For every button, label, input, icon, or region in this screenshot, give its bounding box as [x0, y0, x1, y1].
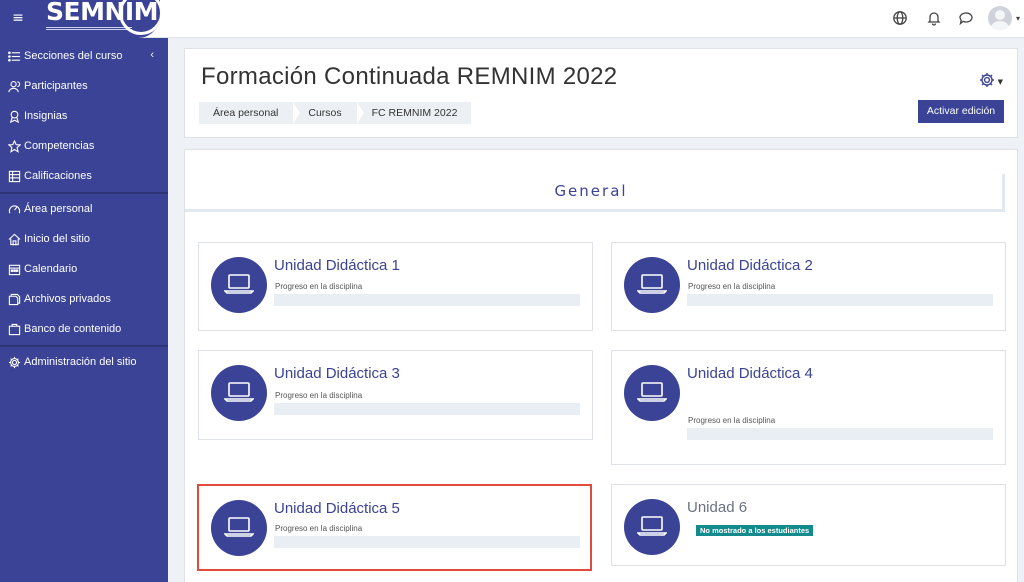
laptop-icon — [624, 499, 680, 555]
top-navbar: ≡ SEMNIM ▾ — [0, 0, 1024, 38]
progress-bar — [687, 294, 993, 306]
sidebar-item-archivos[interactable]: Archivos privados — [0, 285, 168, 313]
hamburger-icon[interactable]: ≡ — [0, 0, 36, 38]
unit-card[interactable]: Unidad 6 No mostrado a los estudiantes — [611, 484, 1006, 566]
unit-card[interactable]: Unidad Didáctica 4 Progreso en la discip… — [611, 350, 1006, 465]
globe-icon[interactable] — [892, 10, 908, 26]
chat-icon[interactable] — [958, 10, 974, 26]
page-title: Formación Continuada REMNIM 2022 — [201, 63, 618, 90]
hidden-badge: No mostrado a los estudiantes — [696, 525, 814, 536]
sidebar-item-area-personal[interactable]: Área personal — [0, 195, 168, 223]
grades-icon — [8, 170, 21, 182]
breadcrumb: Área personal Cursos FC REMNIM 2022 — [199, 102, 472, 124]
sidebar-item-participantes[interactable]: Participantes — [0, 72, 168, 100]
page-header: Formación Continuada REMNIM 2022 Área pe… — [184, 48, 1018, 138]
sidebar-item-secciones[interactable]: Secciones del curso ‹ — [0, 42, 168, 70]
gear-icon — [980, 73, 994, 87]
progress-label: Progreso en la disciplina — [275, 524, 363, 533]
unit-title[interactable]: Unidad 6 — [687, 499, 747, 516]
sidebar-item-administracion[interactable]: Administración del sitio — [0, 348, 168, 376]
logo-tagline — [46, 27, 132, 30]
calendar-icon — [8, 264, 21, 275]
sidebar-item-banco[interactable]: Banco de contenido — [0, 315, 168, 343]
section-title[interactable]: General — [185, 182, 997, 200]
sidebar-item-label: Calendario — [24, 263, 78, 275]
files-icon — [8, 293, 21, 305]
sidebar-item-inicio[interactable]: Inicio del sitio — [0, 225, 168, 253]
sidebar-divider — [0, 345, 168, 347]
progress-bar — [274, 403, 580, 415]
progress-bar — [274, 536, 580, 548]
sidebar-item-calendario[interactable]: Calendario — [0, 255, 168, 283]
content-bank-icon — [8, 323, 21, 335]
unit-title[interactable]: Unidad Didáctica 1 — [274, 257, 400, 274]
sidebar-item-label: Competencias — [24, 140, 95, 152]
section-header: General — [185, 174, 1005, 212]
dashboard-icon — [8, 205, 21, 213]
home-icon — [8, 233, 21, 245]
unit-title[interactable]: Unidad Didáctica 5 — [274, 500, 400, 517]
progress-label: Progreso en la disciplina — [688, 282, 776, 291]
breadcrumb-item[interactable]: FC REMNIM 2022 — [356, 102, 472, 124]
laptop-icon — [211, 257, 267, 313]
sidebar-item-calificaciones[interactable]: Calificaciones — [0, 162, 168, 190]
progress-label: Progreso en la disciplina — [275, 391, 363, 400]
sidebar-item-label: Insignias — [24, 110, 68, 122]
breadcrumb-item[interactable]: Cursos — [293, 102, 355, 124]
sidebar-item-label: Participantes — [24, 80, 88, 92]
star-icon — [8, 139, 21, 153]
list-icon — [8, 50, 21, 62]
course-settings-menu[interactable]: ▼ — [979, 71, 1003, 89]
unit-title[interactable]: Unidad Didáctica 3 — [274, 365, 400, 382]
progress-label: Progreso en la disciplina — [275, 282, 363, 291]
progress-bar — [274, 294, 580, 306]
sidebar: Secciones del curso ‹ Participantes Insi… — [0, 38, 168, 582]
sidebar-item-label: Calificaciones — [24, 170, 92, 182]
users-icon — [8, 80, 21, 92]
chevron-down-icon: ▼ — [997, 78, 1003, 86]
laptop-icon — [211, 365, 267, 421]
badge-icon — [9, 110, 20, 123]
site-logo[interactable]: SEMNIM — [36, 0, 160, 38]
progress-label: Progreso en la disciplina — [688, 416, 776, 425]
bell-icon[interactable] — [926, 10, 942, 26]
unit-card[interactable]: Unidad Didáctica 3 Progreso en la discip… — [198, 350, 593, 440]
laptop-icon — [624, 257, 680, 313]
sidebar-item-label: Archivos privados — [24, 293, 111, 305]
gear-icon — [8, 356, 21, 368]
breadcrumb-item[interactable]: Área personal — [199, 102, 292, 124]
sidebar-item-label: Inicio del sitio — [24, 233, 91, 245]
course-content: General Unidad Didáctica 1 Progreso en l… — [184, 149, 1018, 582]
progress-bar — [687, 428, 993, 440]
sidebar-item-label: Área personal — [24, 203, 93, 215]
sidebar-item-insignias[interactable]: Insignias — [0, 102, 168, 130]
unit-card[interactable]: Unidad Didáctica 5 Progreso en la discip… — [197, 484, 592, 571]
sidebar-item-competencias[interactable]: Competencias — [0, 132, 168, 160]
sidebar-divider — [0, 192, 168, 194]
unit-title[interactable]: Unidad Didáctica 4 — [687, 365, 813, 382]
chevron-left-icon[interactable]: ‹ — [150, 49, 154, 61]
laptop-icon — [211, 500, 267, 556]
unit-title[interactable]: Unidad Didáctica 2 — [687, 257, 813, 274]
chevron-down-icon[interactable]: ▾ — [1016, 14, 1020, 23]
unit-card[interactable]: Unidad Didáctica 2 Progreso en la discip… — [611, 242, 1006, 331]
sidebar-item-label: Administración del sitio — [24, 356, 137, 368]
activar-edicion-button[interactable]: Activar edición — [918, 100, 1004, 123]
sidebar-item-label: Secciones del curso — [24, 50, 123, 62]
unit-card[interactable]: Unidad Didáctica 1 Progreso en la discip… — [198, 242, 593, 331]
avatar[interactable] — [988, 6, 1012, 30]
laptop-icon — [624, 365, 680, 421]
sidebar-item-label: Banco de contenido — [24, 323, 122, 335]
